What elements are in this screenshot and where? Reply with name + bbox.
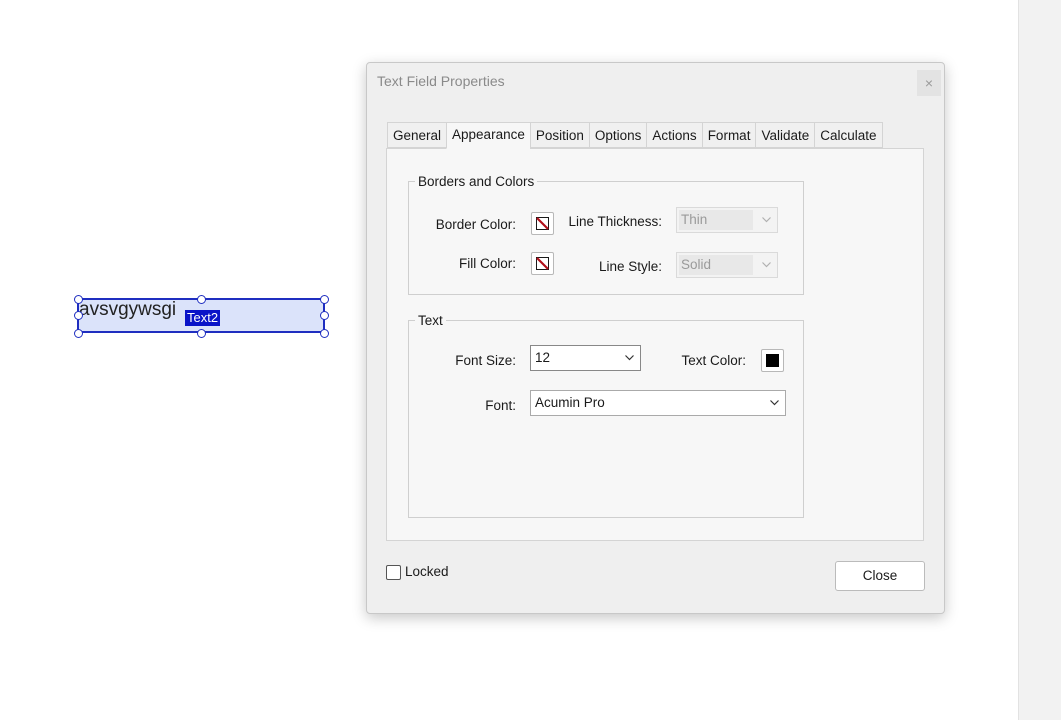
tab-bar: General Appearance Position Options Acti… (387, 122, 883, 149)
tab-appearance[interactable]: Appearance (446, 122, 530, 149)
font-select[interactable]: Acumin Pro (530, 390, 786, 416)
line-style-value: Solid (681, 257, 712, 272)
close-button[interactable]: Close (835, 561, 925, 591)
font-label: Font: (485, 398, 516, 413)
chevron-down-icon (625, 355, 634, 361)
tab-position[interactable]: Position (529, 122, 589, 148)
locked-label: Locked (405, 564, 449, 579)
line-thickness-label: Line Thickness: (568, 214, 662, 229)
tab-options[interactable]: Options (588, 122, 647, 148)
font-size-label: Font Size: (455, 353, 516, 368)
dialog-close-icon[interactable]: × (917, 70, 941, 96)
dialog-title: Text Field Properties (377, 73, 505, 89)
text-group: Text Font Size: 12 Text Color: Font: Acu… (408, 313, 804, 518)
line-thickness-value: Thin (681, 212, 708, 227)
right-side-panel (1018, 0, 1061, 720)
tab-validate[interactable]: Validate (755, 122, 815, 148)
resize-handle-middle-right[interactable] (320, 311, 329, 320)
no-color-icon (536, 217, 549, 230)
text-color-swatch (766, 354, 779, 367)
no-color-icon (536, 257, 549, 270)
locked-checkbox[interactable] (386, 565, 401, 580)
tab-calculate[interactable]: Calculate (814, 122, 883, 148)
field-value: avsvgywsgi (79, 299, 177, 320)
text-group-title: Text (415, 313, 446, 328)
resize-handle-bottom-left[interactable] (74, 329, 83, 338)
border-color-label: Border Color: (435, 217, 516, 232)
tab-actions[interactable]: Actions (646, 122, 702, 148)
tab-format[interactable]: Format (701, 122, 756, 148)
border-color-picker[interactable] (531, 212, 554, 235)
text-color-picker[interactable] (761, 349, 784, 372)
resize-handle-top-right[interactable] (320, 295, 329, 304)
text-field-properties-dialog: Text Field Properties × General Appearan… (366, 62, 945, 614)
borders-and-colors-title: Borders and Colors (415, 174, 538, 189)
chevron-down-icon (762, 217, 771, 223)
text-color-label: Text Color: (681, 353, 746, 368)
field-name-tag: Text2 (185, 310, 221, 326)
line-thickness-select[interactable]: Thin (676, 207, 778, 233)
line-style-label: Line Style: (598, 259, 662, 274)
resize-handle-top-left[interactable] (74, 295, 83, 304)
tab-general[interactable]: General (387, 122, 447, 148)
chevron-down-icon (762, 262, 771, 268)
resize-handle-bottom-middle[interactable] (197, 329, 206, 338)
resize-handle-top-middle[interactable] (197, 295, 206, 304)
line-style-select[interactable]: Solid (676, 252, 778, 278)
font-value: Acumin Pro (535, 395, 605, 410)
fill-color-picker[interactable] (531, 252, 554, 275)
appearance-panel: Borders and Colors Border Color: Fill Co… (386, 148, 924, 541)
resize-handle-bottom-right[interactable] (320, 329, 329, 338)
fill-color-label: Fill Color: (458, 256, 516, 271)
chevron-down-icon (770, 400, 779, 406)
font-size-select[interactable]: 12 (530, 345, 641, 371)
borders-and-colors-group: Borders and Colors Border Color: Fill Co… (408, 174, 804, 295)
resize-handle-middle-left[interactable] (74, 311, 83, 320)
font-size-value: 12 (535, 350, 551, 365)
